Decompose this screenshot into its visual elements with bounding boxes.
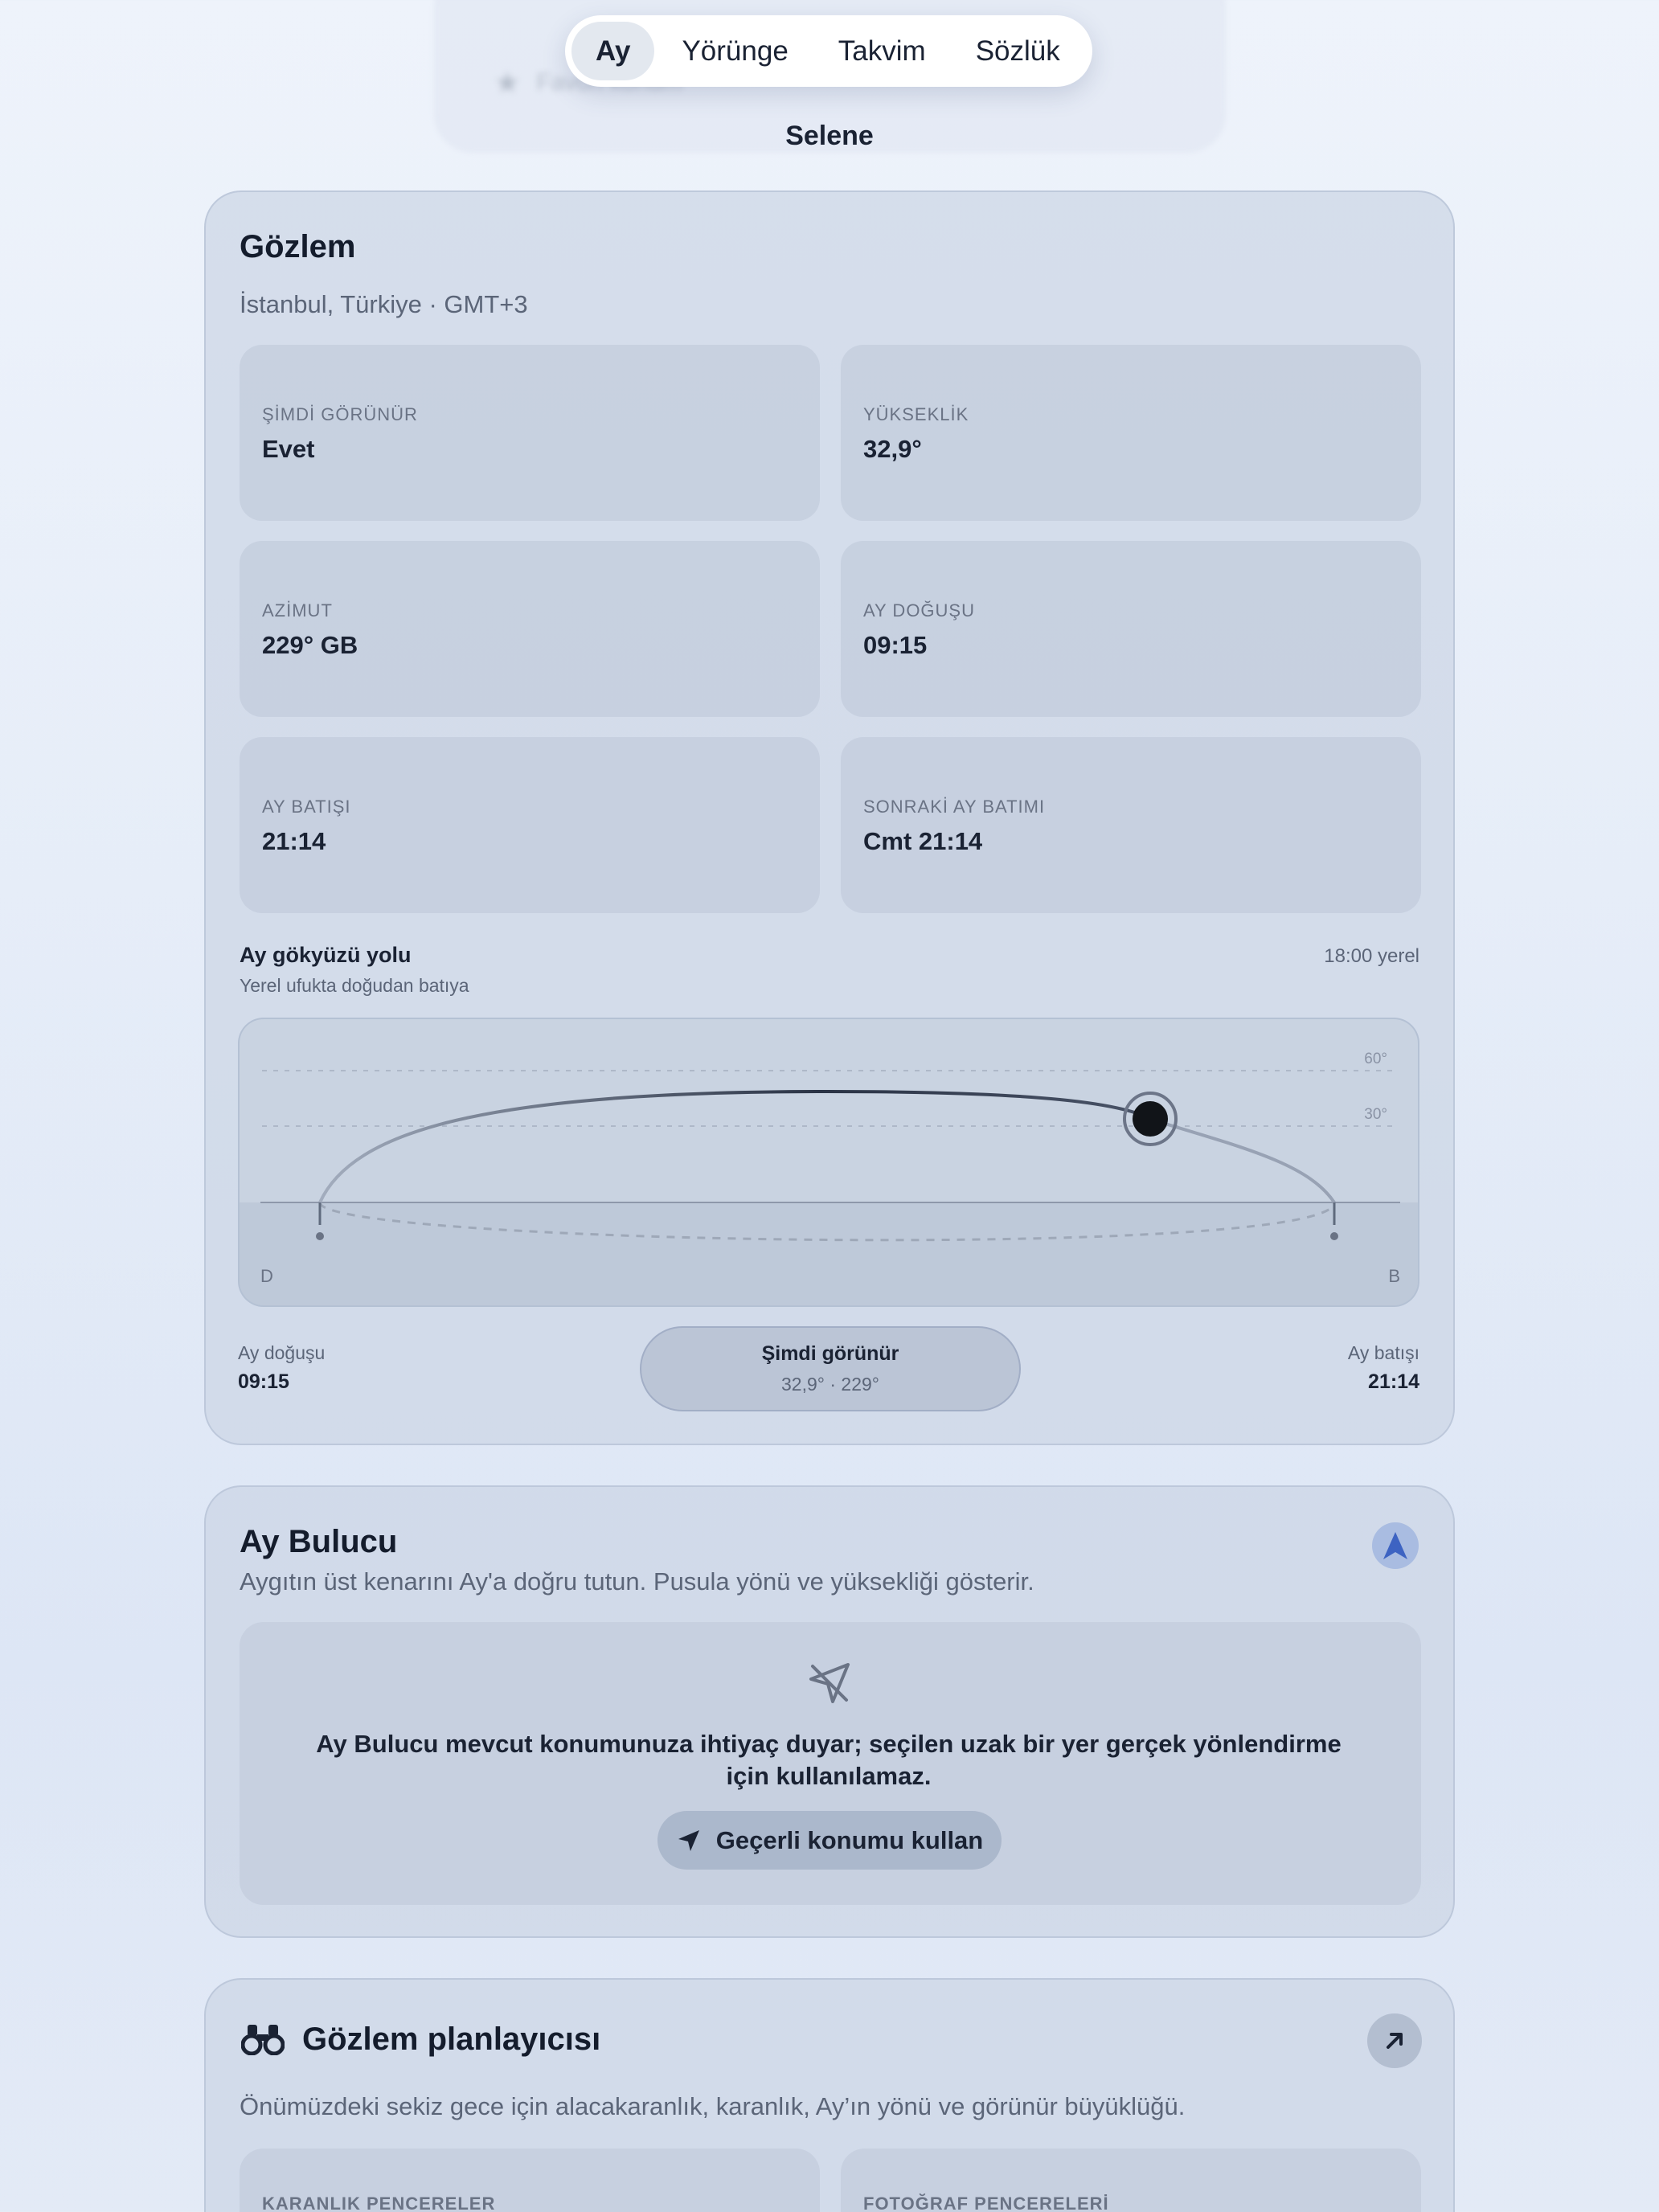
- sky-path-title: Ay gökyüzü yolu: [240, 943, 412, 967]
- stat-value: 229° GB: [262, 631, 358, 659]
- moonrise-time: 09:15: [238, 1370, 289, 1393]
- stat-moonset: AY BATIŞI 21:14: [240, 737, 820, 913]
- stat-value: 21:14: [262, 827, 326, 855]
- observation-planner-card: Gözlem planlayıcısı Önümüzdeki sekiz gec…: [204, 1978, 1455, 2212]
- east-label: D: [260, 1266, 273, 1286]
- moonrise-label: Ay doğuşu: [238, 1342, 326, 1363]
- moon-marker: [1133, 1101, 1168, 1137]
- moon-finder-title: Ay Bulucu: [240, 1524, 398, 1559]
- stat-value: 09:15: [863, 631, 928, 659]
- stat-value: 32,9°: [863, 435, 922, 463]
- observation-title: Gözlem: [240, 229, 356, 264]
- stat-moonrise: AY DOĞUŞU 09:15: [841, 541, 1421, 717]
- star-icon: ★: [494, 66, 521, 99]
- stat-label: YÜKSEKLİK: [863, 404, 969, 424]
- moon-finder-description: Aygıtın üst kenarını Ay'a doğru tutun. P…: [240, 1567, 1034, 1596]
- location-arrow-icon: [678, 1829, 699, 1851]
- planner-title: Gözlem planlayıcısı: [302, 2022, 601, 2057]
- observation-location: İstanbul, Türkiye · GMT+3: [240, 290, 528, 318]
- tab-glossary[interactable]: Sözlük: [953, 22, 1083, 80]
- use-current-location-label: Geçerli konumu kullan: [715, 1825, 984, 1854]
- visible-now-pill[interactable]: Şimdi görünür 32,9° · 229°: [640, 1326, 1021, 1411]
- tab-calendar[interactable]: Takvim: [816, 22, 948, 80]
- location-off-icon: [809, 1663, 850, 1703]
- tab-orbit[interactable]: Yörünge: [659, 22, 810, 80]
- arrow-up-right-icon: [1387, 2033, 1403, 2049]
- sky-path-subtitle: Yerel ufukta doğudan batıya: [240, 975, 469, 996]
- stat-label: AY BATIŞI: [262, 797, 351, 817]
- stat-value: Cmt 21:14: [863, 827, 983, 855]
- moonset-label: Ay batışı: [1347, 1342, 1419, 1363]
- stat-label: SONRAKİ AY BATIMI: [863, 797, 1046, 817]
- photo-windows-panel[interactable]: FOTOĞRAF PENCERELERİ: [841, 2149, 1421, 2212]
- app-title: Selene: [785, 121, 874, 151]
- stat-value: Evet: [262, 435, 315, 463]
- location-required-notice: Ay Bulucu mevcut konumunuza ihtiyaç duya…: [316, 1730, 1342, 1790]
- planner-description: Önümüzdeki sekiz gece için alacakaranlık…: [240, 2092, 1186, 2120]
- dark-windows-panel[interactable]: KARANLIK PENCERELER: [240, 2149, 820, 2212]
- set-dot: [1330, 1232, 1338, 1240]
- stat-label: AZİMUT: [262, 600, 333, 621]
- stat-label: AY DOĞUŞU: [863, 600, 975, 621]
- planner-open-button[interactable]: [1367, 2013, 1422, 2068]
- visible-now-title: Şimdi görünür: [761, 1342, 899, 1365]
- stat-azimuth: AZİMUT 229° GB: [240, 541, 820, 717]
- navigation-arrow-icon: [1383, 1532, 1407, 1559]
- moon-finder-card: Ay Bulucu Aygıtın üst kenarını Ay'a doğr…: [204, 1485, 1455, 1938]
- grid-label-30: 30°: [1364, 1106, 1387, 1123]
- stat-next-moonset: SONRAKİ AY BATIMI Cmt 21:14: [841, 737, 1421, 913]
- stat-altitude: YÜKSEKLİK 32,9°: [841, 345, 1421, 521]
- sky-path-time: 18:00 yerel: [1324, 945, 1419, 967]
- dark-windows-label: KARANLIK PENCERELER: [262, 2194, 496, 2212]
- use-current-location-button[interactable]: Geçerli konumu kullan: [657, 1811, 1002, 1870]
- photo-windows-label: FOTOĞRAF PENCERELERİ: [863, 2194, 1109, 2212]
- rise-dot: [316, 1232, 324, 1240]
- compass-button[interactable]: [1372, 1522, 1419, 1569]
- visible-now-detail: 32,9° · 229°: [781, 1374, 879, 1395]
- moonset-time: 21:14: [1368, 1370, 1419, 1393]
- stat-label: ŞİMDİ GÖRÜNÜR: [262, 404, 418, 424]
- tab-moon[interactable]: Ay: [571, 22, 655, 80]
- binoculars-icon: [241, 2025, 285, 2055]
- sky-path-diagram: 60° 30° D B: [238, 1018, 1419, 1307]
- grid-label-60: 60°: [1364, 1051, 1387, 1067]
- below-horizon-area: [240, 1202, 1418, 1305]
- west-label: B: [1388, 1266, 1400, 1286]
- moon-path-traveled: [318, 1089, 1153, 1203]
- moon-path-remaining: [1151, 1118, 1336, 1204]
- sky-path-svg: 60° 30° D B: [240, 1051, 1418, 1305]
- stat-visible-now: ŞİMDİ GÖRÜNÜR Evet: [240, 345, 820, 521]
- segmented-tab-bar: Ay Yörünge Takvim Sözlük: [565, 15, 1092, 87]
